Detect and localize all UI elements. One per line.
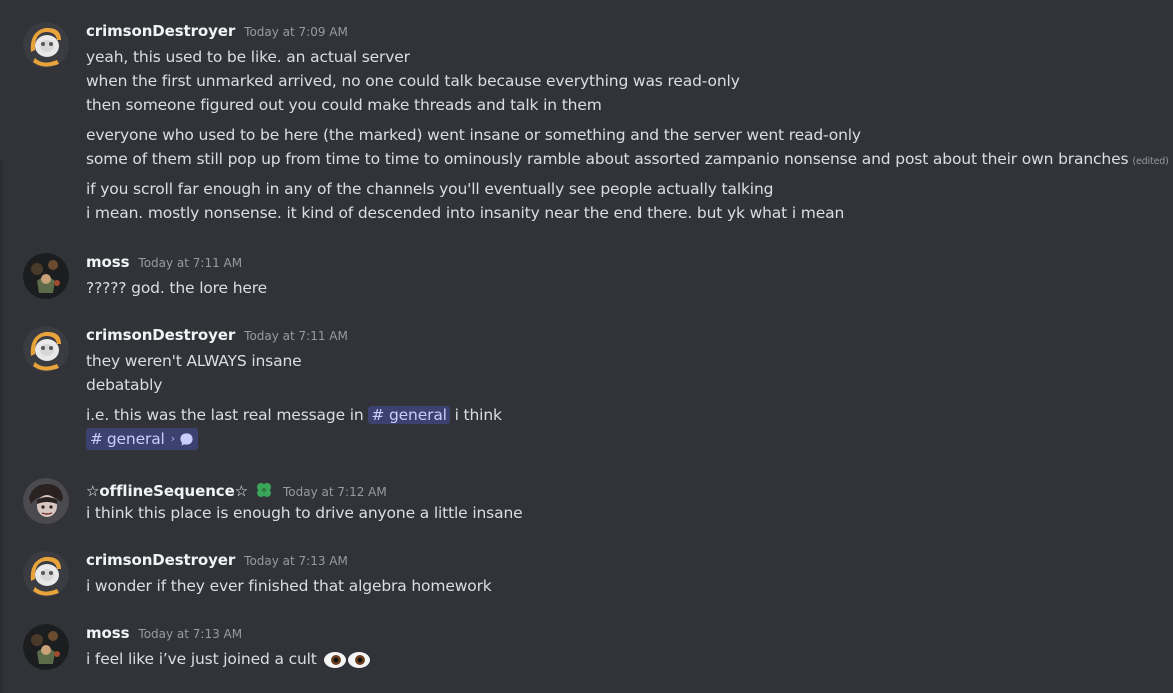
message-text: i think bbox=[454, 406, 502, 424]
message-header: crimsonDestroyer Today at 7:09 AM bbox=[86, 22, 348, 44]
message-text: everyone who used to be here (the marked… bbox=[86, 126, 861, 144]
channel-mention[interactable]: # general bbox=[368, 406, 450, 424]
message-text-with-emoji: i feel like i’ve just joined a cult bbox=[86, 648, 371, 670]
timestamp[interactable]: Today at 7:11 AM bbox=[138, 256, 242, 270]
message-text: some of them still pop up from time to t… bbox=[86, 150, 1129, 168]
message-text: if you scroll far enough in any of the c… bbox=[86, 180, 774, 198]
message-text: i feel like i’ve just joined a cult bbox=[86, 650, 317, 668]
timestamp[interactable]: Today at 7:11 AM bbox=[244, 329, 348, 343]
channel-link-line: # general › bbox=[86, 428, 198, 450]
clover-badge-icon[interactable] bbox=[254, 481, 274, 499]
timestamp[interactable]: Today at 7:13 AM bbox=[244, 554, 348, 568]
message-text: when the first unmarked arrived, no one … bbox=[86, 72, 740, 90]
channel-link[interactable]: # general › bbox=[86, 428, 198, 450]
message-header: ☆offlineSequence☆ Today at 7:12 AM bbox=[86, 478, 387, 500]
message-text: debatably bbox=[86, 376, 163, 394]
message-text: then someone figured out you could make … bbox=[86, 96, 602, 114]
username[interactable]: crimsonDestroyer bbox=[86, 22, 235, 40]
channel-link-label: general bbox=[106, 430, 165, 448]
message-text: i wonder if they ever finished that alge… bbox=[86, 577, 492, 595]
avatar-moss[interactable] bbox=[23, 253, 69, 299]
timestamp[interactable]: Today at 7:13 AM bbox=[138, 627, 242, 641]
message-text-edited: some of them still pop up from time to t… bbox=[86, 148, 1169, 173]
timestamp[interactable]: Today at 7:09 AM bbox=[244, 25, 348, 39]
avatar-crimson[interactable] bbox=[23, 326, 69, 372]
message-text: i.e. this was the last real message in bbox=[86, 406, 364, 424]
message-header: moss Today at 7:11 AM bbox=[86, 253, 242, 275]
avatar-moss[interactable] bbox=[23, 624, 69, 670]
username[interactable]: moss bbox=[86, 253, 130, 271]
username[interactable]: crimsonDestroyer bbox=[86, 551, 235, 569]
username[interactable]: crimsonDestroyer bbox=[86, 326, 235, 344]
eyes-emoji bbox=[324, 651, 371, 668]
avatar-crimson[interactable] bbox=[23, 551, 69, 597]
avatar-offline[interactable] bbox=[23, 478, 69, 524]
username[interactable]: ☆offlineSequence☆ bbox=[86, 482, 248, 500]
message-header: crimsonDestroyer Today at 7:13 AM bbox=[86, 551, 348, 573]
message-text: i think this place is enough to drive an… bbox=[86, 504, 523, 522]
timestamp[interactable]: Today at 7:12 AM bbox=[283, 485, 387, 499]
hash-icon: # bbox=[90, 430, 103, 448]
message-text: yeah, this used to be like. an actual se… bbox=[86, 48, 410, 66]
message-text-with-mention: i.e. this was the last real message in #… bbox=[86, 404, 502, 426]
username[interactable]: moss bbox=[86, 624, 130, 642]
message-text: ????? god. the lore here bbox=[86, 279, 268, 297]
chat-view: crimsonDestroyer Today at 7:09 AM yeah, … bbox=[0, 0, 1173, 693]
message-header: crimsonDestroyer Today at 7:11 AM bbox=[86, 326, 348, 348]
message-text: i mean. mostly nonsense. it kind of desc… bbox=[86, 204, 845, 222]
speech-bubble-icon bbox=[180, 432, 193, 446]
left-edge-divider bbox=[0, 160, 3, 693]
message-text: they weren't ALWAYS insane bbox=[86, 352, 302, 370]
chevron-right-icon: › bbox=[170, 432, 175, 445]
message-header: moss Today at 7:13 AM bbox=[86, 624, 242, 646]
avatar-crimson[interactable] bbox=[23, 22, 69, 68]
edited-label: (edited) bbox=[1132, 156, 1169, 167]
